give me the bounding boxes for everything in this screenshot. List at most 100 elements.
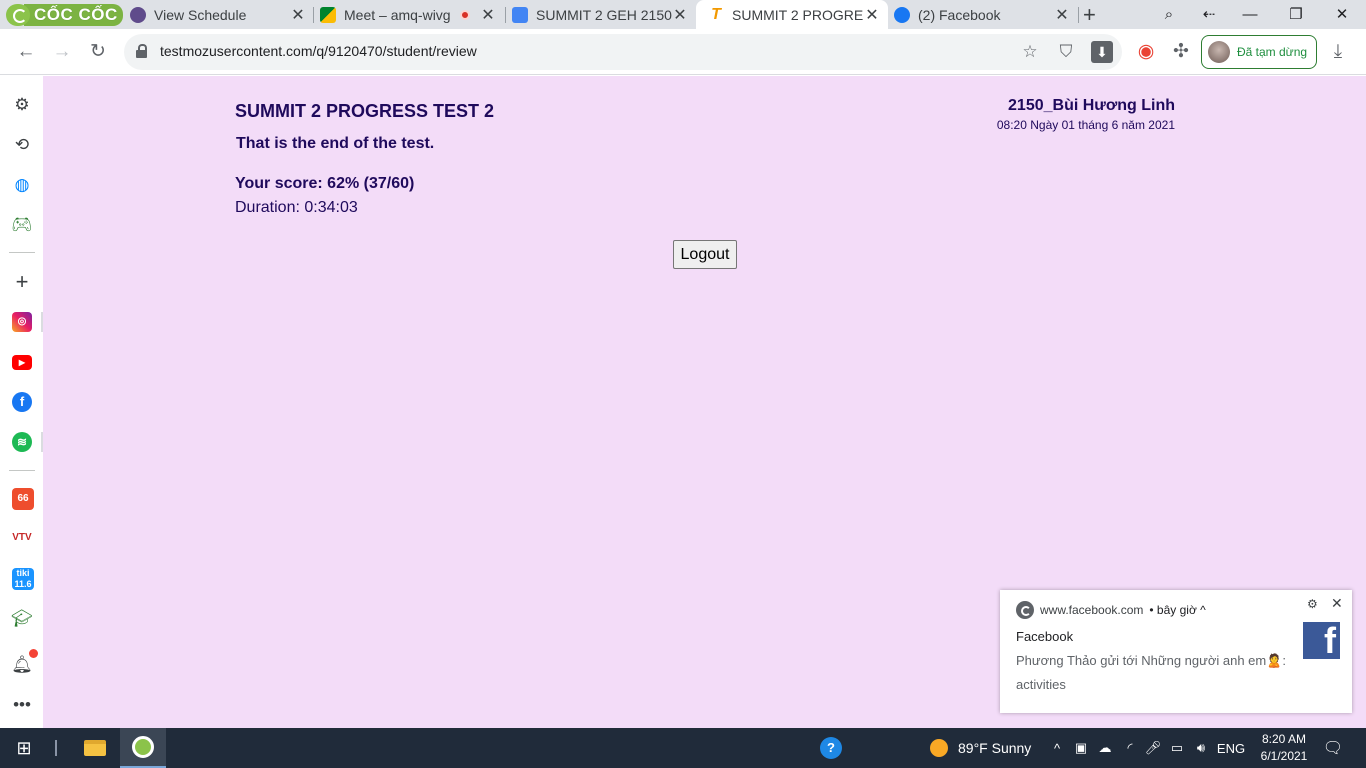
settings-gear-icon[interactable]: ⚙ [11,94,33,116]
battery-icon[interactable]: ▭ [1167,728,1187,768]
coccoc-taskbar-icon[interactable] [120,728,166,768]
address-bar[interactable]: testmozusercontent.com/q/9120470/student… [124,34,1122,70]
duration-text: Duration: 0:34:03 [235,199,358,216]
tab-close-icon[interactable]: ✕ [480,5,496,25]
add-sidebar-item-icon[interactable]: + [11,271,33,293]
brand-name: CỐC CỐC [24,3,123,26]
notification-toast[interactable]: www.facebook.com • bây giờ ^ ⚙ ✕ Faceboo… [1000,590,1352,713]
taskbar-divider [55,740,57,756]
tab-title: SUMMIT 2 GEH 2150 [536,6,672,23]
score-text: Your score: 62% (37/60) [235,175,415,192]
reload-button[interactable]: ↻ [83,37,113,67]
downloads-icon[interactable]: ⤓ [1323,37,1353,67]
windows-taskbar: ⊞ ? 89°F Sunny ^ ▣ ☁ ◜ 🎤︎ ▭ 🔊︎ ENG 8:20 … [0,728,1366,768]
tab-close-icon[interactable]: ✕ [1054,5,1070,25]
testmoz-favicon-icon: T [711,5,721,23]
extensions-puzzle-icon[interactable]: ✣ [1166,37,1196,67]
tab-close-icon[interactable]: ✕ [672,5,688,25]
recording-icon [460,9,470,20]
coccoc-icon [1016,601,1034,619]
shield-icon[interactable]: ⛉ [1055,41,1077,63]
spotify-icon[interactable]: ≋ [12,432,32,452]
weather-sun-icon[interactable] [928,728,950,768]
minimize-button[interactable]: — [1227,0,1273,29]
history-icon[interactable]: ⟲ [11,134,33,156]
education-cap-icon[interactable]: 🎓︎ [11,608,33,630]
messenger-icon[interactable]: ◍ [11,174,33,196]
game-controller-icon[interactable]: 🎮︎ [11,214,33,236]
lock-icon[interactable] [136,44,147,58]
instagram-icon[interactable]: ◎ [12,312,32,332]
classroom-favicon-icon [512,6,528,23]
bookmark-star-icon[interactable]: ☆ [1019,41,1041,63]
new-tab-button[interactable]: + [1083,2,1096,28]
schedule-favicon-icon [130,6,146,23]
coccoc-extension-icon[interactable]: ◉ [1131,37,1161,67]
tab-view-schedule[interactable]: View Schedule ✕ [118,0,314,29]
browser-toolbar: ← → ↻ testmozusercontent.com/q/9120470/s… [0,29,1366,75]
tab-close-icon[interactable]: ✕ [864,5,880,25]
tab-close-icon[interactable]: ✕ [290,5,306,25]
tab-meet[interactable]: Meet – amq-wivg ✕ [308,0,504,29]
notification-source-url: www.facebook.com [1040,603,1144,617]
maximize-button[interactable]: ❐ [1273,0,1319,29]
clock-date: 6/1/2021 [1260,749,1308,763]
back-button[interactable]: ← [11,37,41,67]
show-hidden-icons-icon[interactable]: ^ [1047,728,1067,768]
student-name: 2150_Bùi Hương Linh [1008,97,1175,114]
notification-title: Facebook [1016,629,1074,644]
youtube-icon[interactable]: ▶ [12,355,32,370]
logout-button[interactable]: Logout [673,240,737,269]
wifi-icon[interactable]: ◜ [1120,728,1140,768]
forward-button[interactable]: → [47,37,77,67]
download-video-icon[interactable]: ⬇ [1091,41,1113,63]
tab-summit-progress[interactable]: T SUMMIT 2 PROGRESS ✕ [696,0,888,29]
microphone-icon[interactable]: 🎤︎ [1143,728,1163,768]
tab-title: (2) Facebook [918,6,1001,23]
notification-bell-icon[interactable]: 🔔︎ [11,654,33,676]
test-datetime: 08:20 Ngày 01 tháng 6 năm 2021 [996,118,1175,132]
tab-summit-geh[interactable]: SUMMIT 2 GEH 2150 ✕ [500,0,696,29]
browser-brand[interactable]: CỐC CỐC [6,3,123,26]
notification-body: Phương Thảo gửi tới Những người anh em🙎: [1016,653,1287,668]
end-message: That is the end of the test. [236,135,435,152]
more-options-icon[interactable]: ••• [11,694,33,716]
notification-settings-icon[interactable]: ⚙ [1307,597,1318,611]
notification-body-line2: activities [1016,677,1066,692]
clock-time: 8:20 AM [1261,732,1307,746]
shopee-icon[interactable]: 66 [12,488,34,510]
tiki-icon[interactable]: tiki 11.6 [12,568,34,590]
test-title: SUMMIT 2 PROGRESS TEST 2 [235,101,495,121]
profile-button[interactable]: Đã tạm dừng [1201,35,1317,69]
language-indicator[interactable]: ENG [1217,728,1245,768]
profile-status: Đã tạm dừng [1237,45,1308,59]
action-center-icon[interactable]: 🗨︎ [1321,728,1345,768]
google-meet-favicon-icon [320,6,336,23]
notification-close-icon[interactable]: ✕ [1331,595,1343,612]
weather-text[interactable]: 89°F Sunny [958,728,1031,768]
tab-strip: CỐC CỐC View Schedule ✕ Meet – amq-wivg … [0,0,1366,29]
facebook-logo-icon: f [1303,620,1340,661]
windows-start-icon[interactable]: ⊞ [0,728,48,768]
url-text[interactable]: testmozusercontent.com/q/9120470/student… [160,43,477,59]
tab-title: Meet – amq-wivg [344,6,451,23]
notification-dot [29,649,38,658]
file-explorer-icon[interactable] [72,728,118,768]
vtv-icon[interactable]: VTV [12,528,32,548]
tab-title: SUMMIT 2 PROGRESS [732,6,864,23]
notification-time[interactable]: • bây giờ ^ [1149,603,1205,617]
close-window-button[interactable]: ✕ [1319,0,1365,29]
coccoc-logo-icon [6,3,30,26]
help-icon[interactable]: ? [816,728,846,768]
tab-facebook[interactable]: (2) Facebook ✕ [882,0,1078,29]
facebook-icon[interactable]: f [12,392,32,412]
volume-icon[interactable]: 🔊︎ [1190,728,1212,768]
meet-now-icon[interactable]: ▣ [1071,728,1091,768]
clock[interactable]: 8:20 AM 6/1/2021 [1253,728,1315,768]
onedrive-icon[interactable]: ☁ [1095,728,1115,768]
tab-title: View Schedule [154,6,247,23]
facebook-favicon-icon [894,6,910,23]
sidebar-toggle-icon[interactable]: ⇠ [1186,0,1232,29]
browser-sidebar: ⚙ ⟲ ◍ 🎮︎ + ◎ ▶ f ≋ 66 VTV tiki 11.6 🎓︎ 🔔… [0,76,43,728]
notification-source: www.facebook.com • bây giờ ^ [1016,601,1206,619]
